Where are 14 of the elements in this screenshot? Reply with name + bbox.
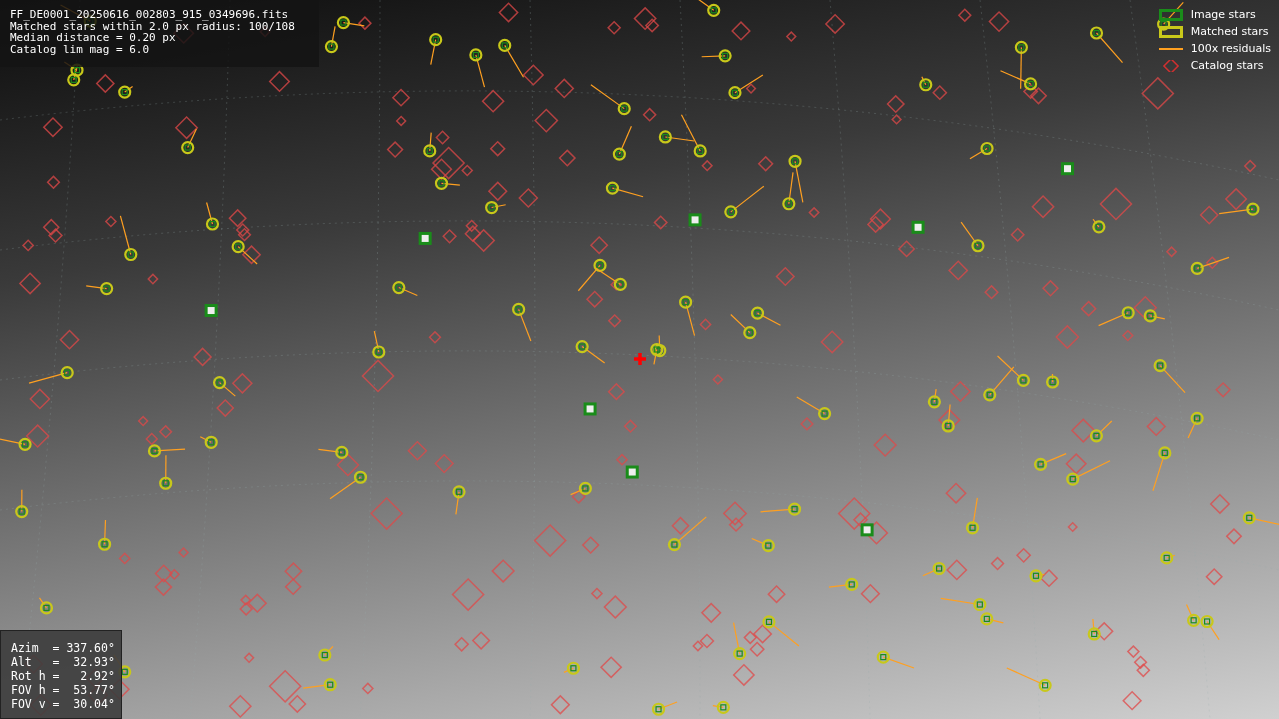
legend-label: Matched stars: [1190, 24, 1269, 40]
info-line: Azim = 337.60°: [11, 641, 115, 655]
info-line: Alt = 32.93°: [11, 655, 115, 669]
info-line: Median distance = 0.20 px: [10, 32, 176, 44]
legend-label: Image stars: [1190, 7, 1256, 23]
info-line: FOV v = 30.04°: [11, 697, 115, 711]
info-line: FF_DE0001_20250616_002803_915_0349696.fits: [10, 9, 289, 21]
info-line: Catalog lim mag = 6.0: [10, 43, 150, 55]
info-line: Matched stars within 2.0 px radius: 100/108: [10, 20, 295, 32]
center-cross-icon: [634, 353, 646, 365]
legend-label: Catalog stars: [1190, 58, 1264, 74]
info-line: FOV h = 53.77°: [11, 683, 115, 697]
legend-label: 100x residuals: [1190, 41, 1271, 57]
info-line: Rot h = 2.92°: [11, 669, 115, 683]
